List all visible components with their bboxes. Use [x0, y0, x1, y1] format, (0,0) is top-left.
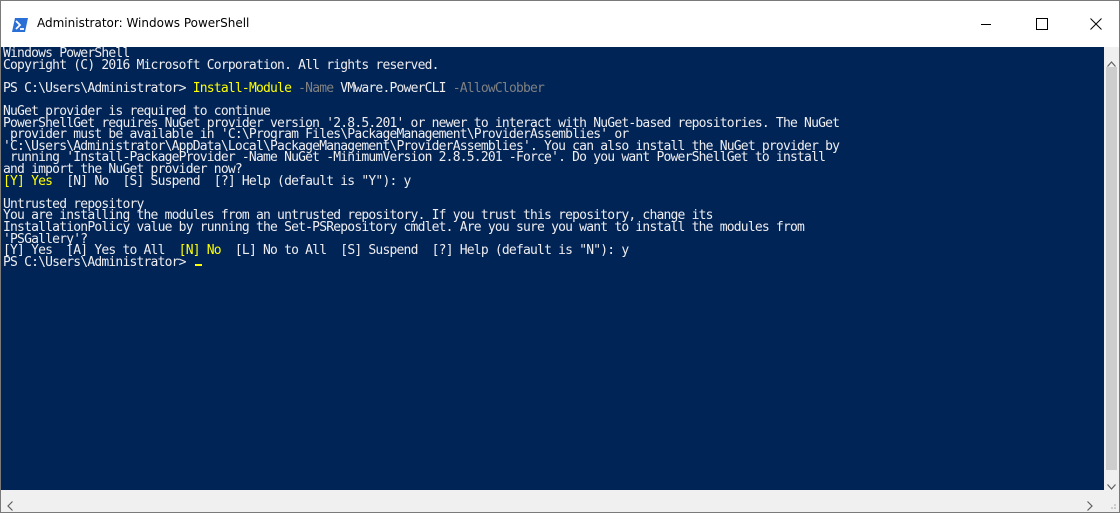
- console-line: PS C:\Users\Administrator>: [3, 254, 839, 270]
- window-title: Administrator: Windows PowerShell: [37, 16, 250, 30]
- scroll-left-arrow-icon[interactable]: [7, 496, 13, 515]
- horizontal-scrollbar[interactable]: [1, 490, 1104, 512]
- console-segment: -Name: [291, 80, 341, 96]
- console-text: Windows PowerShell Copyright (C) 2016 Mic…: [3, 47, 840, 270]
- console-line: InstallationPolicy value by running the …: [3, 219, 839, 235]
- console-segment: PS C:\Users\Administrator>: [3, 80, 193, 96]
- maximize-icon: [1036, 15, 1048, 34]
- console-segment: -AllowClobber: [445, 80, 545, 96]
- console-segment: VMware.PowerCLI: [340, 80, 446, 96]
- console-segment: InstallationPolicy value by running the …: [3, 219, 805, 235]
- console-line: [Y] Yes [N] No [S] Suspend [?] Help (def…: [3, 173, 839, 189]
- scroll-right-arrow-icon[interactable]: [1087, 496, 1093, 515]
- console-segment: [Y] Yes: [3, 173, 53, 189]
- resize-grip-icon[interactable]: [1104, 490, 1119, 512]
- maximize-button[interactable]: [1019, 1, 1065, 47]
- console-segment: Copyright (C) 2016 Microsoft Corporation…: [3, 57, 439, 73]
- powershell-window: Administrator: Windows PowerShell Window…: [0, 0, 1120, 513]
- vertical-scrollbar[interactable]: [1104, 47, 1119, 490]
- console-segment: PS C:\Users\Administrator>: [3, 254, 193, 270]
- close-icon: [1090, 15, 1102, 34]
- minimize-icon: [980, 15, 992, 34]
- console-segment: [L] No to All [S] Suspend [?] Help (defa…: [220, 243, 629, 259]
- console-output[interactable]: Windows PowerShell Copyright (C) 2016 Mic…: [1, 47, 1104, 490]
- close-button[interactable]: [1073, 1, 1119, 47]
- console-segment: [N] No [S] Suspend [?] Help (default is …: [52, 173, 411, 189]
- vertical-scroll-thumb[interactable]: [1106, 67, 1117, 470]
- console-segment: Install-Module: [192, 80, 292, 96]
- powershell-icon: [12, 17, 28, 32]
- title-bar[interactable]: Administrator: Windows PowerShell: [1, 1, 1119, 47]
- console-line: Copyright (C) 2016 Microsoft Corporation…: [3, 57, 839, 73]
- text-cursor: [194, 263, 202, 266]
- console-line: PS C:\Users\Administrator> Install-Modul…: [3, 80, 839, 96]
- minimize-button[interactable]: [963, 1, 1009, 47]
